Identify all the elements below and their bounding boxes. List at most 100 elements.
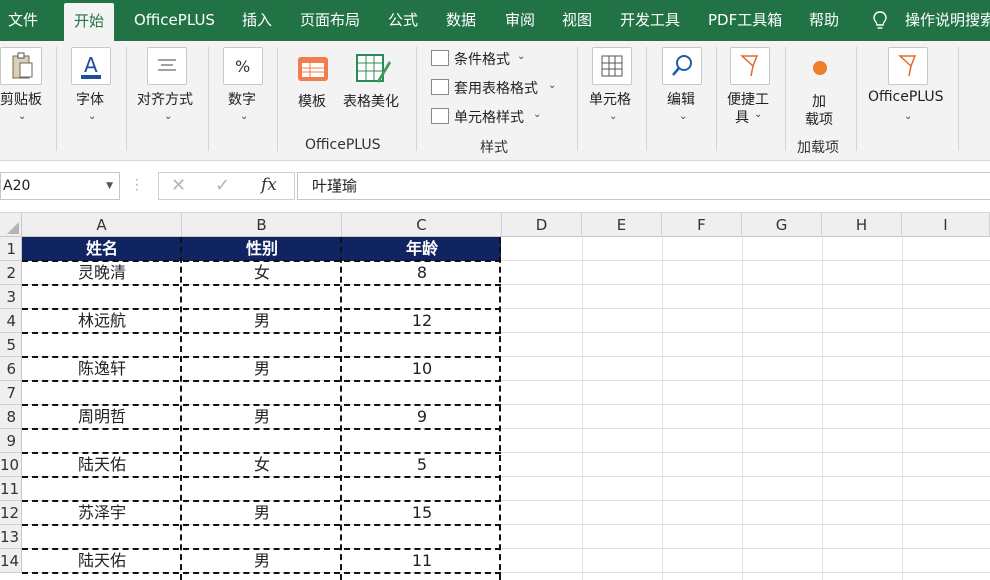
name-box[interactable]: A20 ▼ (0, 172, 120, 200)
column-header-b[interactable]: B (182, 213, 342, 237)
column-header-c[interactable]: C (342, 213, 502, 237)
row-header-4[interactable]: 4 (0, 309, 22, 333)
add-in-label-line2[interactable]: 载项 (805, 109, 833, 129)
chevron-down-icon[interactable]: ⌄ (609, 111, 617, 122)
tab-review[interactable]: 审阅 (505, 0, 535, 41)
select-all-button[interactable] (0, 213, 22, 237)
table-cell-name[interactable]: 陆天佑 (22, 453, 182, 477)
row-header-1[interactable]: 1 (0, 237, 22, 261)
row-header-11[interactable]: 11 (0, 477, 22, 501)
row-header-12[interactable]: 12 (0, 501, 22, 525)
chevron-down-icon[interactable]: ⌄ (679, 111, 687, 122)
officeplus-icon[interactable] (888, 47, 928, 85)
tab-view[interactable]: 视图 (562, 0, 592, 41)
row-header-7[interactable]: 7 (0, 381, 22, 405)
table-cell-age[interactable]: 12 (342, 309, 502, 333)
search-icon[interactable] (662, 47, 702, 85)
table-beautify-icon[interactable] (355, 51, 393, 85)
row-header-8[interactable]: 8 (0, 405, 22, 429)
table-cell-name[interactable]: 苏泽宇 (22, 501, 182, 525)
font-label[interactable]: 字体 (76, 89, 104, 109)
table-cell-gender[interactable]: 男 (182, 309, 342, 333)
conditional-format-button[interactable]: 条件格式 (454, 49, 510, 69)
row-header-5[interactable]: 5 (0, 333, 22, 357)
tab-officeplus[interactable]: OfficePLUS (134, 0, 215, 41)
tell-me-search[interactable]: 操作说明搜索 (905, 0, 990, 41)
add-in-label[interactable]: 加 (812, 91, 826, 111)
row-header-13[interactable]: 13 (0, 525, 22, 549)
table-cell-age[interactable]: 11 (342, 549, 502, 573)
table-cell-gender[interactable]: 男 (182, 501, 342, 525)
table-cell-gender[interactable]: 女 (182, 261, 342, 285)
officeplus-button-label[interactable]: OfficePLUS (868, 89, 944, 105)
table-beautify-label[interactable]: 表格美化 (343, 91, 399, 111)
drag-handle-icon[interactable]: · · · (135, 174, 139, 196)
table-cell-age[interactable]: 15 (342, 501, 502, 525)
add-in-icon[interactable] (813, 61, 827, 75)
chevron-down-icon[interactable]: ⌄ (754, 109, 762, 120)
table-cell-age[interactable]: 5 (342, 453, 502, 477)
table-cell-age[interactable]: 10 (342, 357, 502, 381)
table-cell-name[interactable]: 陈逸轩 (22, 357, 182, 381)
font-color-icon[interactable]: A (71, 47, 111, 85)
column-header-d[interactable]: D (502, 213, 582, 237)
quick-tools-label[interactable]: 便捷工 (727, 89, 769, 109)
table-cell-gender[interactable]: 男 (182, 549, 342, 573)
header-cell-gender[interactable]: 性别 (182, 237, 342, 261)
tab-developer[interactable]: 开发工具 (620, 0, 680, 41)
chevron-down-icon[interactable]: ⌄ (548, 80, 556, 91)
column-header-e[interactable]: E (582, 213, 662, 237)
row-header-10[interactable]: 10 (0, 453, 22, 477)
chevron-down-icon[interactable]: ⌄ (164, 111, 172, 122)
chevron-down-icon[interactable]: ⌄ (88, 111, 96, 122)
table-cell-age[interactable]: 8 (342, 261, 502, 285)
chevron-down-icon[interactable]: ⌄ (533, 109, 541, 120)
number-label[interactable]: 数字 (228, 89, 256, 109)
cancel-icon[interactable]: ✕ (171, 175, 186, 196)
tab-file[interactable]: 文件 (8, 0, 38, 41)
column-header-f[interactable]: F (662, 213, 742, 237)
table-cell-gender[interactable]: 男 (182, 405, 342, 429)
enter-check-icon[interactable]: ✓ (215, 175, 230, 196)
chevron-down-icon[interactable]: ⌄ (240, 111, 248, 122)
column-header-g[interactable]: G (742, 213, 822, 237)
tab-data[interactable]: 数据 (446, 0, 476, 41)
tab-pdf-toolbox[interactable]: PDF工具箱 (708, 0, 782, 41)
tab-page-layout[interactable]: 页面布局 (300, 0, 360, 41)
tab-help[interactable]: 帮助 (809, 0, 839, 41)
row-header-2[interactable]: 2 (0, 261, 22, 285)
header-cell-name[interactable]: 姓名 (22, 237, 182, 261)
insert-function-icon[interactable]: fx (261, 175, 277, 195)
percent-icon[interactable]: % (223, 47, 263, 85)
template-label[interactable]: 模板 (298, 91, 326, 111)
tab-insert[interactable]: 插入 (242, 0, 272, 41)
formula-input[interactable]: 叶瑾瑜 (297, 172, 990, 200)
quick-tools-icon[interactable] (730, 47, 770, 85)
table-cell-gender[interactable]: 男 (182, 357, 342, 381)
format-as-table-button[interactable]: 套用表格格式 (454, 78, 538, 98)
cells-icon[interactable] (592, 47, 632, 85)
column-header-a[interactable]: A (22, 213, 182, 237)
table-cell-name[interactable]: 灵晚清 (22, 261, 182, 285)
header-cell-age[interactable]: 年龄 (342, 237, 502, 261)
row-header-9[interactable]: 9 (0, 429, 22, 453)
chevron-down-icon[interactable]: ⌄ (904, 111, 912, 122)
column-header-i[interactable]: I (902, 213, 990, 237)
cell-styles-button[interactable]: 单元格样式 (454, 107, 524, 127)
tab-home[interactable]: 开始 (64, 3, 115, 41)
table-cell-gender[interactable]: 女 (182, 453, 342, 477)
chevron-down-icon[interactable]: ⌄ (18, 111, 26, 122)
cells-label[interactable]: 单元格 (589, 89, 631, 109)
quick-tools-label-line2[interactable]: 具 (735, 107, 749, 127)
row-header-6[interactable]: 6 (0, 357, 22, 381)
tab-formulas[interactable]: 公式 (388, 0, 418, 41)
alignment-label[interactable]: 对齐方式 (137, 89, 193, 109)
template-icon[interactable] (296, 53, 332, 85)
table-cell-name[interactable]: 周明哲 (22, 405, 182, 429)
table-cell-name[interactable]: 林远航 (22, 309, 182, 333)
table-cell-name[interactable]: 陆天佑 (22, 549, 182, 573)
row-header-3[interactable]: 3 (0, 285, 22, 309)
paste-icon[interactable] (0, 47, 42, 85)
chevron-down-icon[interactable]: ▼ (106, 173, 113, 199)
editing-label[interactable]: 编辑 (667, 89, 695, 109)
